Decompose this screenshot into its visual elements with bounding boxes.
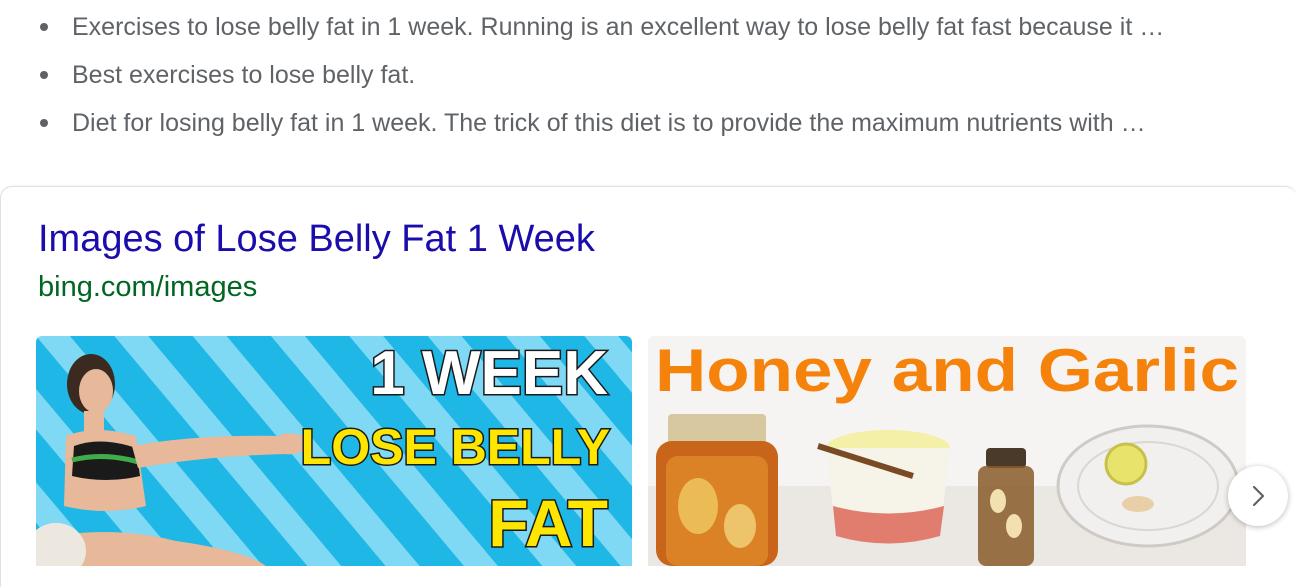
list-item: Exercises to lose belly fat in 1 week. R… [40, 12, 1164, 42]
image-thumbnail-2[interactable]: Honey and Garlic [648, 336, 1246, 566]
cup [817, 430, 950, 544]
bullet-text: Diet for losing belly fat in 1 week. The… [72, 108, 1146, 137]
thumbnail-1-line-3: FAT [488, 486, 608, 560]
images-card-url: bing.com/images [38, 271, 258, 303]
glass-bowl [1056, 424, 1240, 548]
thumbnail-1-line-2: LOSE BELLY [301, 419, 610, 475]
list-item: Diet for losing belly fat in 1 week. The… [40, 108, 1146, 138]
thumbnail-1-graphic: 1 WEEK LOSE BELLY FAT [36, 336, 632, 566]
bullet-dot [40, 71, 48, 79]
bullet-text: Best exercises to lose belly fat. [72, 60, 416, 89]
bullet-dot [40, 119, 48, 127]
honey-jar [656, 414, 778, 566]
bullet-text: Exercises to lose belly fat in 1 week. R… [72, 12, 1165, 41]
thumbnail-2-graphic: Honey and Garlic [648, 336, 1246, 566]
thumbnail-2-title: Honey and Garlic [655, 337, 1239, 404]
thumbnail-1-line-1: 1 WEEK [370, 339, 608, 408]
images-card-title[interactable]: Images of Lose Belly Fat 1 Week [38, 218, 595, 261]
bullet-dot [40, 23, 48, 31]
list-item: Best exercises to lose belly fat. [40, 60, 415, 90]
next-images-button[interactable] [1228, 466, 1288, 526]
chevron-right-icon [1252, 485, 1265, 507]
image-thumbnail-1[interactable]: 1 WEEK LOSE BELLY FAT [36, 336, 632, 566]
small-bottle [978, 448, 1034, 566]
